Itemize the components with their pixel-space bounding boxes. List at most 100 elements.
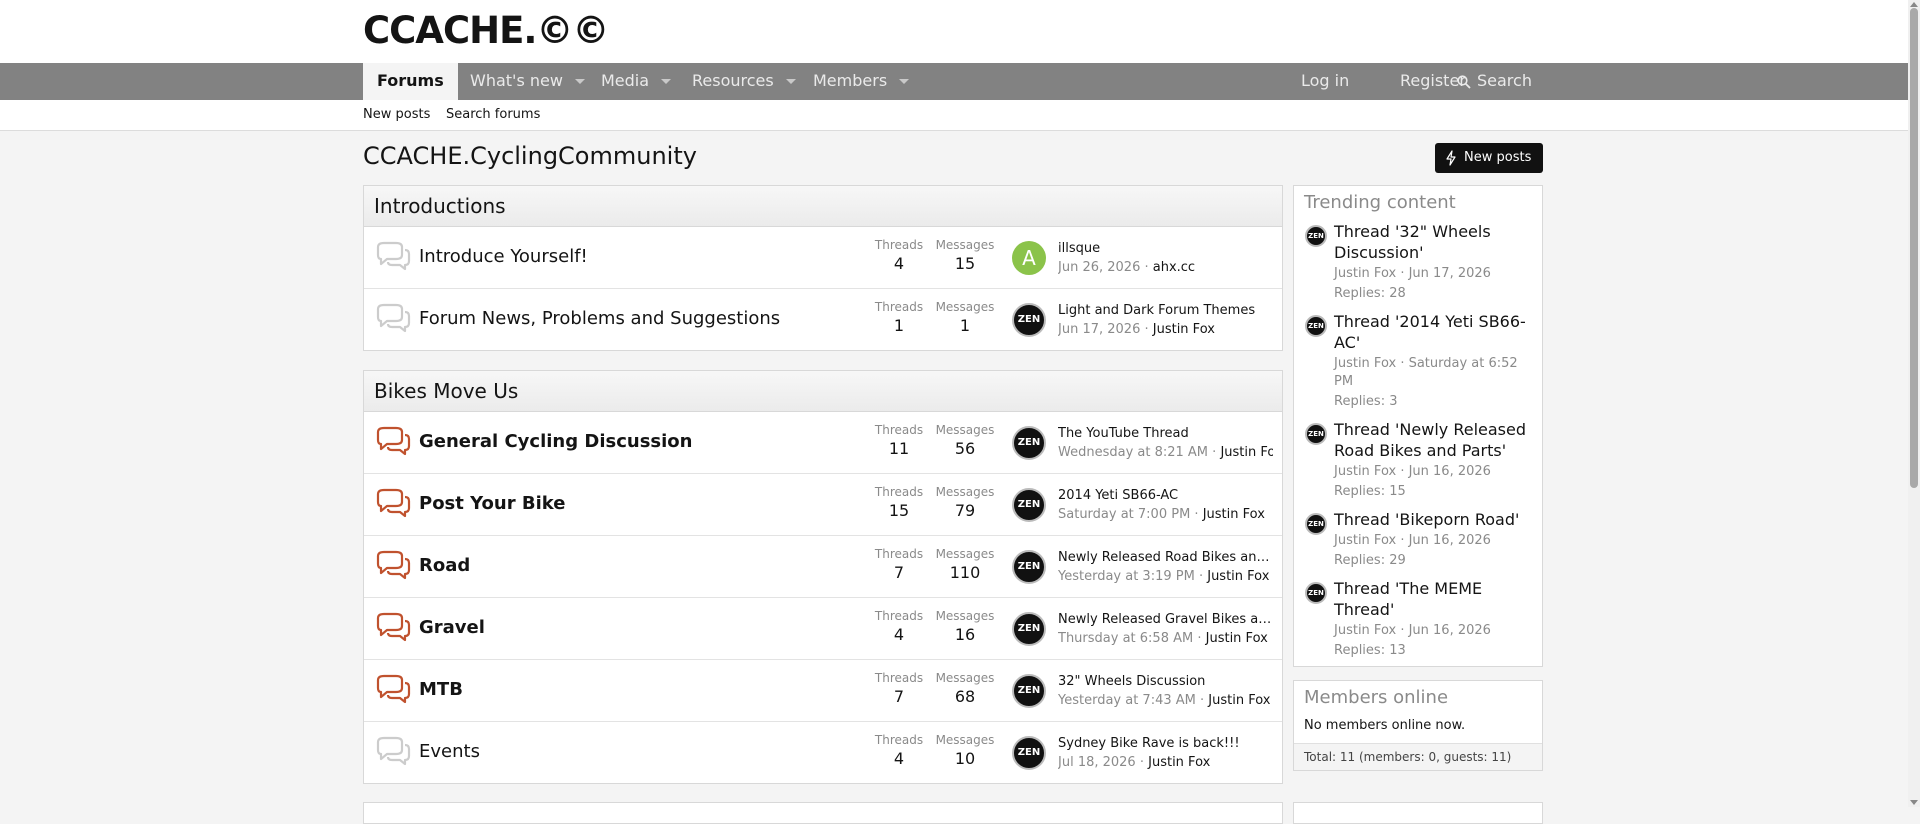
threads-label: Threads	[874, 733, 924, 747]
trending-thread-title[interactable]: Thread 'Bikeporn Road'	[1334, 509, 1532, 530]
forum-title[interactable]: Gravel	[419, 617, 485, 638]
latest-thread-title[interactable]: 32" Wheels Discussion	[1058, 674, 1273, 689]
threads-stat: Threads 4	[864, 238, 934, 273]
avatar[interactable]: ZEN	[1012, 550, 1046, 584]
latest-user[interactable]: ahx.cc	[1153, 260, 1195, 275]
category-title[interactable]: Introductions	[364, 186, 1282, 227]
login-link[interactable]: Log in	[1301, 63, 1349, 100]
members-online-title[interactable]: Members online	[1294, 681, 1542, 714]
nav-resources[interactable]: Resources	[692, 63, 796, 100]
latest-thread-title[interactable]: The YouTube Thread	[1058, 426, 1273, 441]
latest-date[interactable]: Jun 26, 2026	[1058, 260, 1140, 275]
trending-thread-title[interactable]: Thread 'Newly Released Road Bikes and Pa…	[1334, 419, 1532, 461]
nav-forums[interactable]: Forums	[363, 63, 458, 100]
scroll-up-arrow-icon[interactable]	[1910, 2, 1918, 7]
nav-whats-new[interactable]: What's new	[470, 63, 585, 100]
chevron-down-icon[interactable]	[574, 79, 585, 84]
forum-node-events[interactable]: Events Threads 4 Messages 10 ZEN Sydney Bike R…	[364, 722, 1282, 783]
latest-date[interactable]: Wednesday at 8:21 AM	[1058, 445, 1208, 460]
trending-thread-title[interactable]: Thread '32" Wheels Discussion'	[1334, 221, 1532, 263]
trending-thread-title[interactable]: Thread '2014 Yeti SB66-AC'	[1334, 311, 1532, 353]
forum-node-introduce-yourself[interactable]: Introduce Yourself! Threads 4 Messages 15 Ail…	[364, 227, 1282, 289]
latest-user[interactable]: Justin Fox	[1153, 322, 1215, 337]
forum-title[interactable]: Events	[419, 741, 480, 762]
latest-user[interactable]: Justin Fox	[1220, 445, 1273, 460]
avatar[interactable]: ZEN	[1305, 315, 1327, 337]
scrollbar-thumb[interactable]	[1910, 8, 1918, 488]
chevron-down-icon[interactable]	[785, 79, 796, 84]
messages-stat: Messages 56	[930, 423, 1000, 458]
latest-date[interactable]: Jul 18, 2026	[1058, 755, 1136, 770]
trending-replies: Replies: 13	[1334, 643, 1406, 658]
latest-thread-title[interactable]: 2014 Yeti SB66-AC	[1058, 488, 1273, 503]
latest-thread-title[interactable]: Newly Released Gravel Bikes and Parts	[1058, 612, 1273, 627]
forum-node-gravel[interactable]: Gravel Threads 4 Messages 16 ZEN Newly Release…	[364, 598, 1282, 660]
forum-read-icon	[374, 241, 412, 273]
latest-thread-title[interactable]: Sydney Bike Rave is back!!!	[1058, 736, 1273, 751]
latest-user[interactable]: Justin Fox	[1203, 507, 1265, 522]
trending-replies: Replies: 29	[1334, 553, 1406, 568]
forum-title[interactable]: Introduce Yourself!	[419, 246, 588, 267]
avatar[interactable]: ZEN	[1012, 303, 1046, 337]
avatar[interactable]: ZEN	[1012, 612, 1046, 646]
site-logo[interactable]: CCACHE.©©	[363, 9, 609, 52]
latest-meta: Saturday at 7:00 PM · Justin Fox	[1058, 507, 1265, 522]
avatar[interactable]: ZEN	[1012, 426, 1046, 460]
forum-node-post-your-bike[interactable]: Post Your Bike Threads 15 Messages 79 ZEN 2014…	[364, 474, 1282, 536]
page-scrollbar[interactable]	[1908, 0, 1920, 807]
latest-date[interactable]: Jun 17, 2026	[1058, 322, 1140, 337]
page-title: CCACHE.CyclingCommunity	[363, 142, 697, 170]
trending-replies: Replies: 15	[1334, 484, 1406, 499]
avatar[interactable]: ZEN	[1012, 674, 1046, 708]
forum-node-mtb[interactable]: MTB Threads 7 Messages 68 ZEN 32" Wheels Discu…	[364, 660, 1282, 722]
latest-user[interactable]: Justin Fox	[1208, 693, 1270, 708]
forum-node-general-cycling-discussion[interactable]: General Cycling Discussion Threads 11 Messa…	[364, 412, 1282, 474]
threads-label: Threads	[874, 300, 924, 314]
forum-node-road[interactable]: Road Threads 7 Messages 110 ZEN Newly Released…	[364, 536, 1282, 598]
avatar[interactable]: ZEN	[1012, 736, 1046, 770]
nav-members[interactable]: Members	[813, 63, 910, 100]
nav-media[interactable]: Media	[601, 63, 672, 100]
latest-thread-title[interactable]: illsque	[1058, 241, 1273, 256]
register-link[interactable]: Register	[1400, 63, 1466, 100]
trending-replies: Replies: 28	[1334, 286, 1406, 301]
latest-date[interactable]: Saturday at 7:00 PM	[1058, 507, 1190, 522]
category-title[interactable]: Bikes Move Us	[364, 371, 1282, 412]
latest-user[interactable]: Justin Fox	[1148, 755, 1210, 770]
new-posts-button[interactable]: New posts	[1435, 143, 1543, 173]
scroll-down-arrow-icon[interactable]	[1910, 800, 1918, 805]
forum-title[interactable]: Post Your Bike	[419, 493, 565, 514]
forum-title[interactable]: Road	[419, 555, 470, 576]
avatar[interactable]: ZEN	[1305, 513, 1327, 535]
latest-date[interactable]: Thursday at 6:58 AM	[1058, 631, 1193, 646]
messages-count: 15	[954, 254, 976, 273]
latest-user[interactable]: Justin Fox	[1207, 569, 1269, 584]
chevron-down-icon[interactable]	[899, 79, 910, 84]
avatar[interactable]: ZEN	[1305, 423, 1327, 445]
latest-date[interactable]: Yesterday at 3:19 PM	[1058, 569, 1195, 584]
threads-label: Threads	[874, 238, 924, 252]
avatar[interactable]: ZEN	[1012, 488, 1046, 522]
threads-stat: Threads 7	[864, 671, 934, 706]
avatar[interactable]: ZEN	[1305, 582, 1327, 604]
latest-thread-title[interactable]: Light and Dark Forum Themes	[1058, 303, 1273, 318]
search-button[interactable]: Search	[1457, 63, 1532, 100]
latest-user[interactable]: Justin Fox	[1206, 631, 1268, 646]
threads-label: Threads	[874, 609, 924, 623]
latest-meta: Wednesday at 8:21 AM · Justin Fox	[1058, 445, 1273, 460]
search-label: Search	[1477, 71, 1532, 90]
forum-title[interactable]: General Cycling Discussion	[419, 431, 692, 452]
messages-label: Messages	[935, 733, 995, 747]
latest-meta: Jul 18, 2026 · Justin Fox	[1058, 755, 1211, 770]
forum-title[interactable]: MTB	[419, 679, 463, 700]
subnav-search-forums[interactable]: Search forums	[446, 107, 540, 122]
avatar[interactable]: ZEN	[1305, 225, 1327, 247]
chevron-down-icon[interactable]	[661, 79, 672, 84]
avatar[interactable]: A	[1012, 241, 1046, 275]
latest-thread-title[interactable]: Newly Released Road Bikes and Parts	[1058, 550, 1273, 565]
trending-thread-title[interactable]: Thread 'The MEME Thread'	[1334, 578, 1532, 620]
forum-title[interactable]: Forum News, Problems and Suggestions	[419, 308, 780, 329]
latest-date[interactable]: Yesterday at 7:43 AM	[1058, 693, 1196, 708]
forum-node-forum-news-problems-and-suggestions[interactable]: Forum News, Problems and Suggestions Thre…	[364, 289, 1282, 350]
subnav-new-posts[interactable]: New posts	[363, 107, 430, 122]
